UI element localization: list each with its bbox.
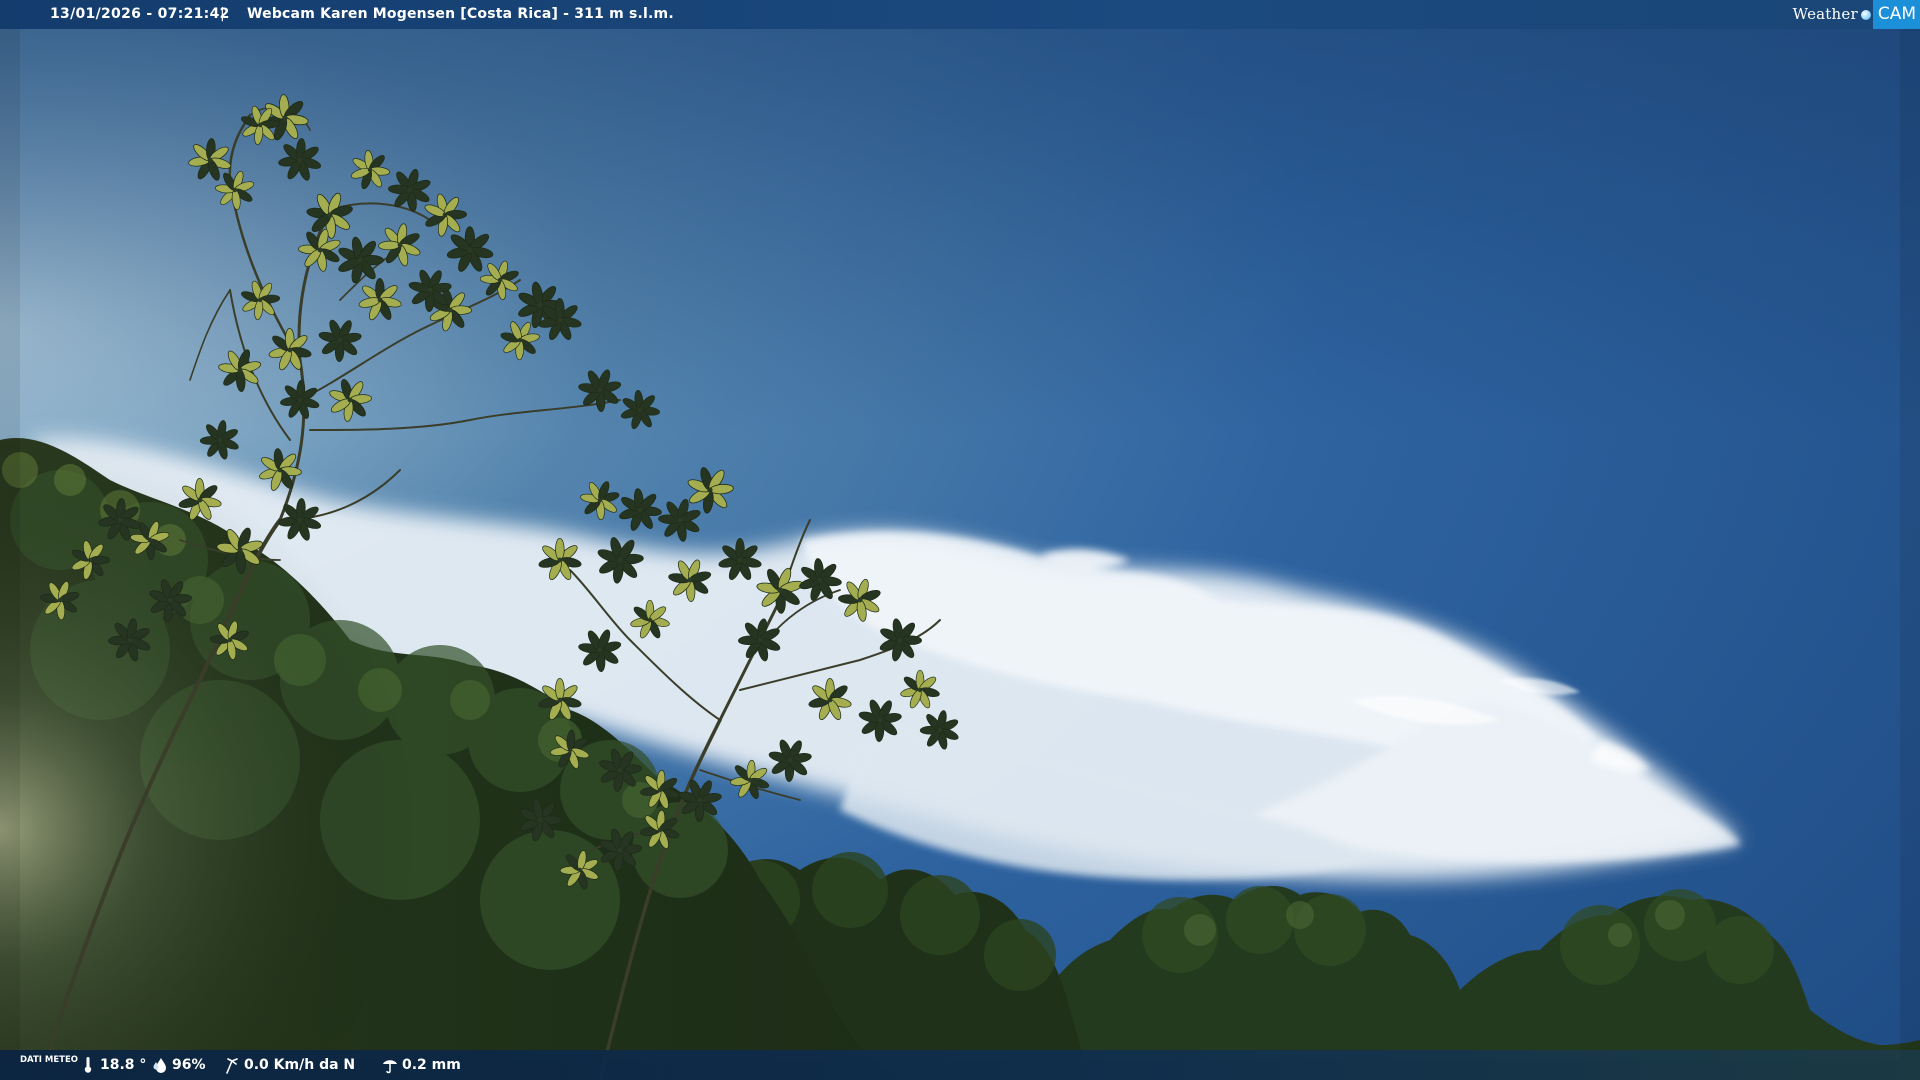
wind-value: 0.0 Km/h da N [244, 1057, 356, 1073]
title-separator: | [220, 6, 225, 22]
weather-label: DATI METEO [20, 1055, 78, 1065]
top-info-bar: 13/01/2026 - 07:21:42 | Webcam Karen Mog… [0, 0, 1920, 29]
humidity-reading: 96% [152, 1050, 206, 1080]
landscape-scene [0, 0, 1920, 1080]
logo-weather-text: Weather [1792, 5, 1858, 23]
drop-icon [153, 1058, 166, 1073]
temperature-reading: 18.8 ° [80, 1050, 146, 1080]
timestamp: 13/01/2026 - 07:21:42 [50, 6, 230, 22]
weather-data-bar: DATI METEO 18.8 ° 96% 0.0 Km/h da N 0.2 … [0, 1050, 1920, 1080]
webcam-title: Webcam Karen Mogensen [Costa Rica] - 311… [247, 6, 674, 22]
wind-icon [226, 1058, 238, 1074]
weathercam-logo[interactable]: Weather CAM [1793, 0, 1920, 29]
wind-reading: 0.0 Km/h da N [224, 1050, 355, 1080]
temperature-value: 18.8 ° [100, 1057, 147, 1073]
rain-value: 0.2 mm [402, 1057, 461, 1073]
thermometer-icon [84, 1057, 92, 1073]
rain-icon [383, 1060, 397, 1074]
rain-reading: 0.2 mm [382, 1050, 461, 1080]
humidity-value: 96% [172, 1057, 206, 1073]
logo-globe-icon [1860, 9, 1871, 20]
logo-cam-text: CAM [1872, 0, 1920, 29]
webcam-image [0, 0, 1920, 1080]
